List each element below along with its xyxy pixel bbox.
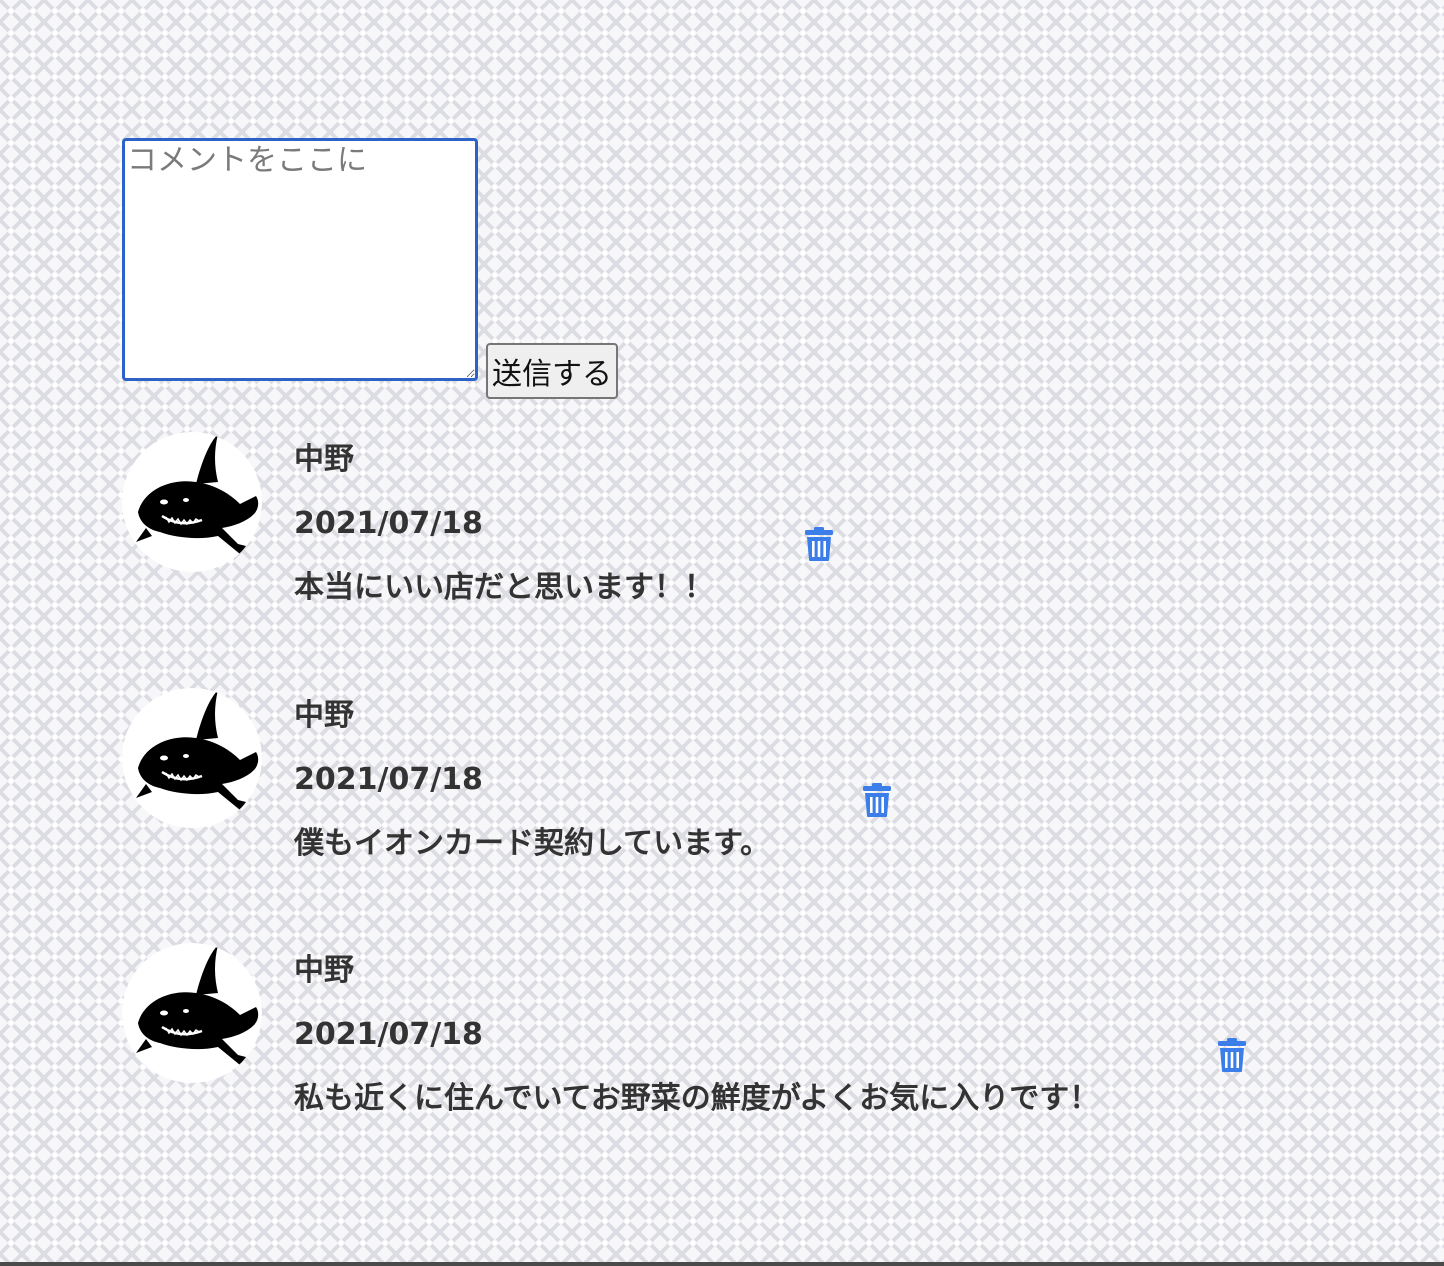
comment-author: 中野 bbox=[294, 698, 354, 733]
submit-button[interactable]: 送信する bbox=[486, 343, 618, 399]
shark-avatar-icon bbox=[136, 434, 259, 554]
avatar bbox=[122, 432, 262, 572]
comment-date: 2021/07/18 bbox=[294, 506, 483, 541]
comment-body: 僕もイオンカード契約しています。 bbox=[294, 826, 771, 861]
delete-button[interactable] bbox=[1217, 1037, 1247, 1073]
bottom-divider bbox=[0, 1262, 1444, 1266]
trash-icon bbox=[805, 527, 833, 561]
delete-button[interactable] bbox=[804, 526, 834, 562]
avatar bbox=[122, 688, 262, 828]
trash-icon bbox=[1218, 1038, 1246, 1072]
avatar bbox=[122, 943, 262, 1083]
comment-body: 私も近くに住んでいてお野菜の鮮度がよくお気に入りです！ bbox=[294, 1081, 1100, 1116]
comment-item: 中野 2021/07/18 私も近くに住んでいてお野菜の鮮度がよくお気に入りです… bbox=[122, 943, 1322, 1143]
trash-icon bbox=[863, 783, 891, 817]
comment-item: 中野 2021/07/18 僕もイオンカード契約しています。 bbox=[122, 688, 1322, 888]
comment-date: 2021/07/18 bbox=[294, 762, 483, 797]
comment-textarea[interactable] bbox=[122, 138, 478, 381]
comment-author: 中野 bbox=[294, 442, 354, 477]
delete-button[interactable] bbox=[862, 782, 892, 818]
comment-author: 中野 bbox=[294, 953, 354, 988]
shark-avatar-icon bbox=[136, 690, 259, 810]
shark-avatar-icon bbox=[136, 945, 259, 1065]
comment-item: 中野 2021/07/18 本当にいい店だと思います！！ bbox=[122, 432, 1322, 632]
comment-date: 2021/07/18 bbox=[294, 1017, 483, 1052]
comment-body: 本当にいい店だと思います！！ bbox=[294, 570, 714, 605]
